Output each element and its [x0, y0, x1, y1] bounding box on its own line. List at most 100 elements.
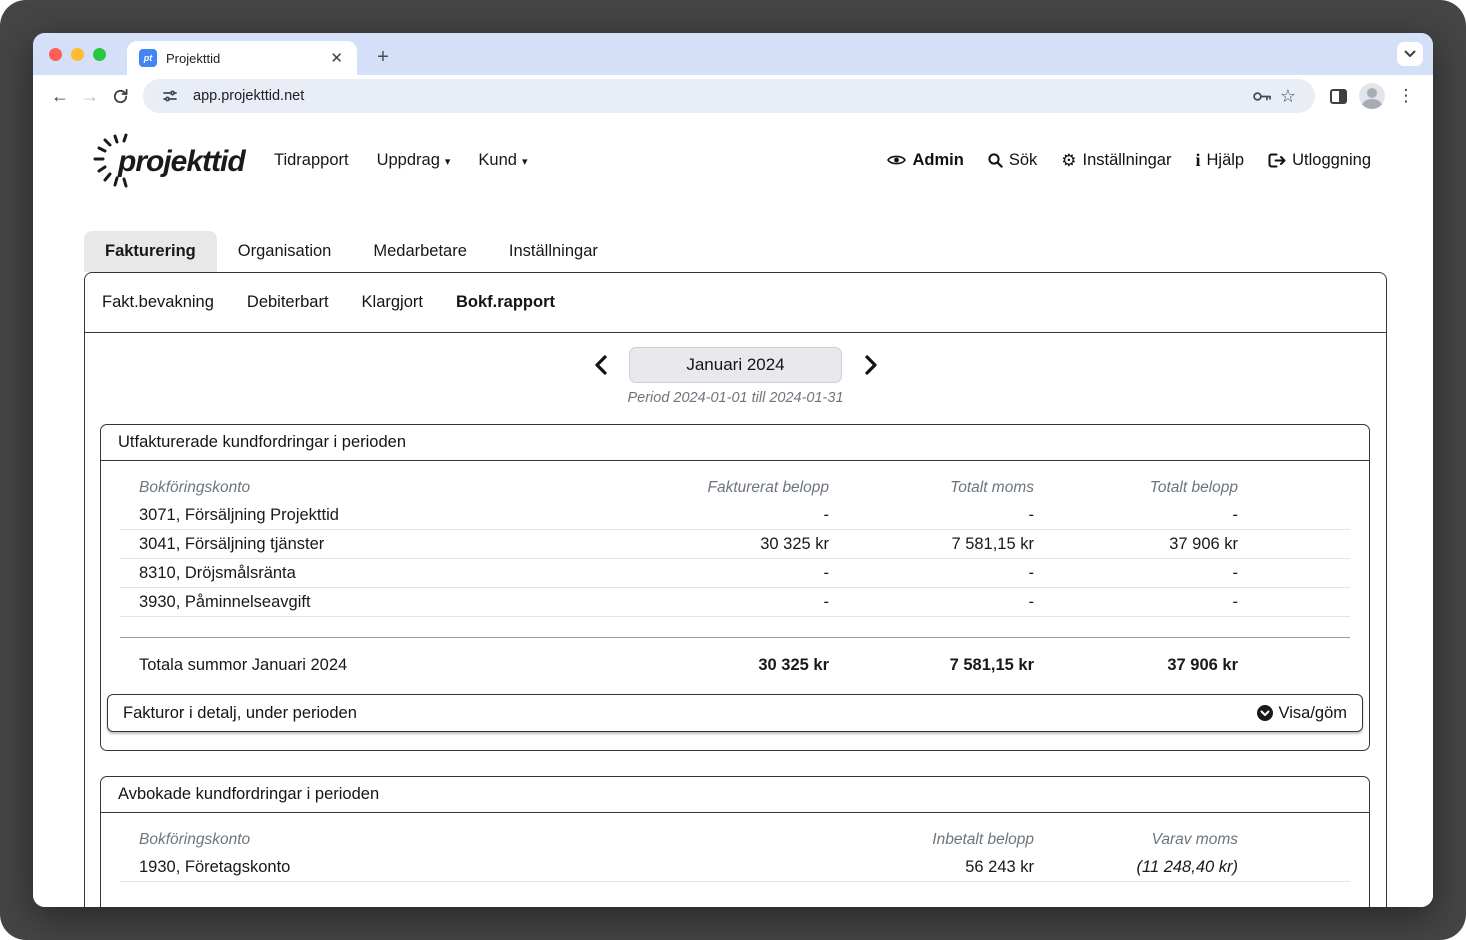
- nav-utloggning[interactable]: Utloggning: [1268, 151, 1371, 170]
- show-hide-toggle[interactable]: Visa/göm: [1257, 704, 1347, 723]
- subtab-fakt-bevakning[interactable]: Fakt.bevakning: [102, 293, 214, 312]
- nav-sok[interactable]: Sök: [988, 151, 1037, 170]
- detail-bar-label: Fakturor i detalj, under perioden: [123, 704, 357, 723]
- invoiced-table: Bokföringskonto Fakturerat belopp Totalt…: [120, 475, 1350, 678]
- nav-admin[interactable]: Admin: [887, 151, 963, 170]
- table-row: 3071, Försäljning Projekttid - - -: [120, 501, 1350, 530]
- side-panel-icon[interactable]: [1323, 81, 1353, 111]
- show-hide-label: Visa/göm: [1279, 704, 1347, 723]
- browser-tabstrip: pt Projekttid ✕ +: [33, 33, 1433, 75]
- col-totalt-belopp: Totalt belopp: [1034, 479, 1238, 497]
- col-bokforingskonto: Bokföringskonto: [120, 479, 624, 497]
- nav-uppdrag[interactable]: Uppdrag ▾: [377, 151, 451, 170]
- password-key-icon[interactable]: [1249, 83, 1275, 109]
- caret-down-icon: ▾: [445, 155, 451, 168]
- close-tab-icon[interactable]: ✕: [326, 49, 347, 68]
- tab-fakturering[interactable]: Fakturering: [84, 231, 217, 272]
- browser-tab[interactable]: pt Projekttid ✕: [127, 41, 357, 75]
- close-window-button[interactable]: [49, 48, 62, 61]
- col-varav-moms: Varav moms: [1034, 831, 1238, 849]
- totals-moms: 7 581,15 kr: [829, 656, 1034, 675]
- invoice-detail-toggle-bar[interactable]: Fakturor i detalj, under perioden Visa/g…: [107, 694, 1363, 732]
- section-tabs: Fakturering Organisation Medarbetare Ins…: [84, 231, 619, 272]
- account-cell: 8310, Dröjsmålsränta: [120, 564, 624, 583]
- fakturering-panel: Fakt.bevakning Debiterbart Klargjort Bok…: [84, 272, 1387, 907]
- favicon: pt: [139, 49, 157, 67]
- amount-cell: 7 581,15 kr: [829, 535, 1034, 554]
- chevron-down-circle-icon: [1257, 705, 1273, 721]
- amount-cell: -: [624, 564, 829, 583]
- col-totalt-moms: Totalt moms: [829, 479, 1034, 497]
- tab-medarbetare[interactable]: Medarbetare: [352, 231, 488, 272]
- table-header-row: Bokföringskonto Fakturerat belopp Totalt…: [120, 475, 1350, 501]
- table-header-row: Bokföringskonto Inbetalt belopp Varav mo…: [120, 827, 1350, 853]
- month-button[interactable]: Januari 2024: [629, 347, 842, 383]
- nav-tidrapport[interactable]: Tidrapport: [274, 151, 349, 170]
- app-header: projekttid Tidrapport Uppdrag ▾ Kund ▾: [90, 127, 1371, 193]
- col-inbetalt-belopp: Inbetalt belopp: [829, 831, 1034, 849]
- forward-icon[interactable]: →: [75, 81, 105, 111]
- browser-menu-icon[interactable]: ⋮: [1391, 81, 1421, 111]
- col-fakturerat-belopp: Fakturerat belopp: [624, 479, 829, 497]
- table-row: 8310, Dröjsmålsränta - - -: [120, 559, 1350, 588]
- amount-cell: -: [829, 593, 1034, 612]
- browser-toolbar: ← → app.projekttid.net ☆ ⋮: [33, 75, 1433, 117]
- table-row: 1930, Företagskonto 56 243 kr (11 248,40…: [120, 853, 1350, 882]
- back-icon[interactable]: ←: [45, 81, 75, 111]
- tab-organisation[interactable]: Organisation: [217, 231, 353, 272]
- projekttid-logo[interactable]: projekttid: [90, 129, 258, 191]
- amount-cell: -: [1034, 506, 1238, 525]
- nav-hjalp[interactable]: i Hjälp: [1195, 151, 1244, 170]
- info-icon: i: [1195, 151, 1200, 169]
- site-info-icon[interactable]: [157, 83, 183, 109]
- browser-tab-title: Projekttid: [166, 51, 326, 66]
- reload-icon[interactable]: [105, 81, 135, 111]
- next-month-icon[interactable]: [863, 355, 879, 375]
- subtab-bokf-rapport[interactable]: Bokf.rapport: [456, 293, 555, 312]
- amount-cell: -: [624, 506, 829, 525]
- main-nav: Tidrapport Uppdrag ▾ Kund ▾: [274, 151, 528, 170]
- invoiced-card: Utfakturerade kundfordringar i perioden …: [100, 424, 1370, 751]
- window-controls: [49, 48, 106, 61]
- search-icon: [988, 153, 1003, 168]
- account-cell: 3930, Påminnelseavgift: [120, 593, 624, 612]
- caret-down-icon: ▾: [522, 155, 528, 168]
- amount-cell: (11 248,40 kr): [1034, 858, 1238, 877]
- table-row: 3930, Påminnelseavgift - - -: [120, 588, 1350, 617]
- tab-search-chevron-icon[interactable]: [1397, 42, 1423, 66]
- gear-icon: ⚙: [1061, 152, 1076, 169]
- nav-kund[interactable]: Kund ▾: [478, 151, 527, 170]
- url-text[interactable]: app.projekttid.net: [193, 88, 1249, 104]
- cancelled-card: Avbokade kundfordringar i perioden Bokfö…: [100, 776, 1370, 907]
- page-content: projekttid Tidrapport Uppdrag ▾ Kund ▾: [33, 117, 1433, 907]
- tab-installningar[interactable]: Inställningar: [488, 231, 619, 272]
- profile-avatar[interactable]: [1359, 83, 1385, 109]
- nav-installningar[interactable]: ⚙ Inställningar: [1061, 151, 1171, 170]
- minimize-window-button[interactable]: [71, 48, 84, 61]
- bookmark-star-icon[interactable]: ☆: [1275, 83, 1301, 109]
- svg-text:projekttid: projekttid: [117, 145, 246, 178]
- totals-belopp: 37 906 kr: [1034, 656, 1238, 675]
- invoiced-card-title: Utfakturerade kundfordringar i perioden: [101, 425, 1369, 461]
- account-cell: 3041, Försäljning tjänster: [120, 535, 624, 554]
- subtab-klargjort[interactable]: Klargjort: [362, 293, 423, 312]
- address-bar[interactable]: app.projekttid.net ☆: [143, 79, 1315, 113]
- amount-cell: -: [829, 506, 1034, 525]
- subtab-debiterbart[interactable]: Debiterbart: [247, 293, 329, 312]
- previous-month-icon[interactable]: [592, 355, 608, 375]
- desktop-background: pt Projekttid ✕ + ← → app.projekttid.net: [0, 0, 1466, 940]
- logout-icon: [1268, 153, 1286, 168]
- amount-cell: -: [1034, 593, 1238, 612]
- sub-tabs: Fakt.bevakning Debiterbart Klargjort Bok…: [85, 273, 1386, 333]
- totals-row: Totala summor Januari 2024 30 325 kr 7 5…: [120, 638, 1350, 678]
- user-nav: Admin Sök ⚙ Inställningar i Hjälp: [887, 151, 1371, 170]
- new-tab-button[interactable]: +: [369, 43, 397, 71]
- amount-cell: 56 243 kr: [829, 858, 1034, 877]
- amount-cell: -: [829, 564, 1034, 583]
- amount-cell: -: [624, 593, 829, 612]
- month-navigator: Januari 2024: [85, 347, 1386, 383]
- amount-cell: -: [1034, 564, 1238, 583]
- period-caption: Period 2024-01-01 till 2024-01-31: [85, 390, 1386, 406]
- table-row: 3041, Försäljning tjänster 30 325 kr 7 5…: [120, 530, 1350, 559]
- zoom-window-button[interactable]: [93, 48, 106, 61]
